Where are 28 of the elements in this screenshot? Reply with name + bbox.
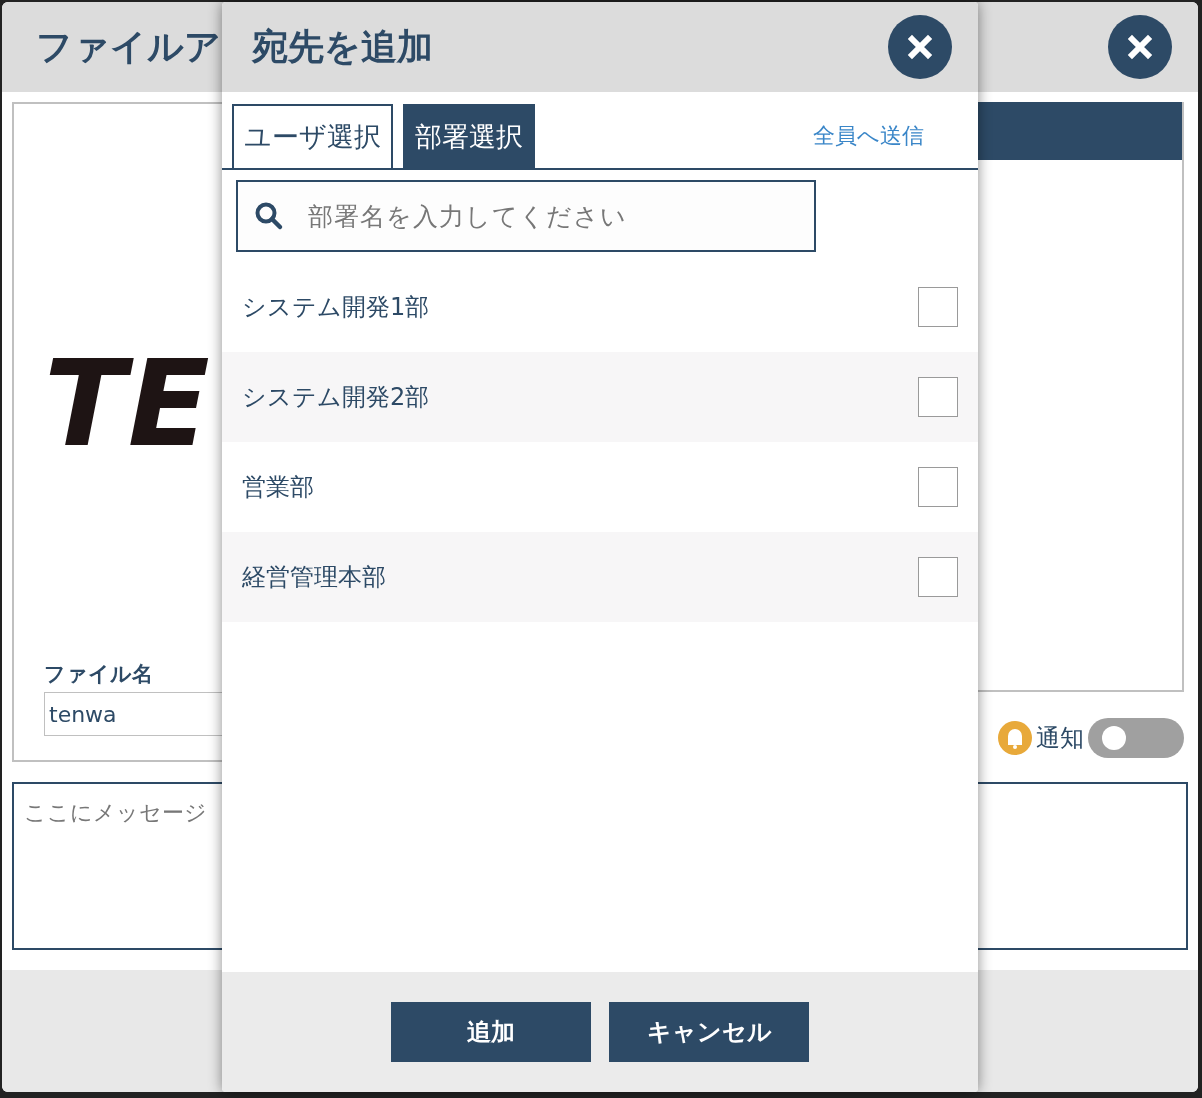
add-button[interactable]: 追加 xyxy=(391,1002,591,1062)
notify-toggle[interactable] xyxy=(1088,718,1184,758)
window-title: ファイルア xyxy=(36,24,221,69)
selection-tab[interactable]: 部署選択 xyxy=(403,104,535,168)
department-row[interactable]: システム開発1部 xyxy=(222,262,978,352)
preview-logo-text: TE xyxy=(44,344,212,464)
department-row[interactable]: システム開発2部 xyxy=(222,352,978,442)
bell-icon xyxy=(998,721,1032,755)
department-checkbox[interactable] xyxy=(918,377,958,417)
department-checkbox[interactable] xyxy=(918,287,958,327)
department-checkbox[interactable] xyxy=(918,467,958,507)
department-name: 営業部 xyxy=(242,472,314,503)
search-icon xyxy=(254,201,284,231)
notify-label: 通知 xyxy=(1036,723,1084,754)
close-icon xyxy=(1127,34,1153,60)
department-name: システム開発2部 xyxy=(242,382,430,413)
file-name-label: ファイル名 xyxy=(44,661,154,688)
search-field[interactable]: 部署名を入力してください xyxy=(236,180,816,252)
department-name: システム開発1部 xyxy=(242,292,430,323)
selection-tab[interactable]: ユーザ選択 xyxy=(232,104,393,168)
department-row[interactable]: 営業部 xyxy=(222,442,978,532)
department-name: 経営管理本部 xyxy=(242,562,386,593)
close-icon xyxy=(907,34,933,60)
send-all-link[interactable]: 全員へ送信 xyxy=(813,121,924,151)
department-row[interactable]: 経営管理本部 xyxy=(222,532,978,622)
cancel-button[interactable]: キャンセル xyxy=(609,1002,809,1062)
dialog-title: 宛先を追加 xyxy=(252,24,433,69)
department-checkbox[interactable] xyxy=(918,557,958,597)
